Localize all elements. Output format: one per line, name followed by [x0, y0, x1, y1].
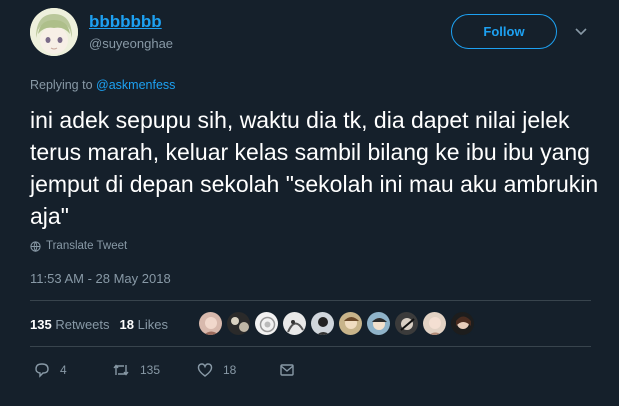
author-handle[interactable]: @suyeonghae	[89, 36, 173, 51]
reply-mention-link[interactable]: @askmenfess	[96, 78, 175, 92]
retweets-stat[interactable]: 135 Retweets	[30, 317, 110, 332]
liker-avatar[interactable]	[450, 311, 475, 336]
retweet-icon	[113, 364, 129, 376]
reply-icon	[35, 363, 49, 378]
retweets-label: Retweets	[55, 317, 110, 332]
tweet-stats: 135 Retweets 18 Likes	[30, 317, 168, 332]
author-avatar[interactable]	[30, 8, 78, 56]
liker-avatar[interactable]	[310, 311, 335, 336]
retweet-action[interactable]: 135	[112, 362, 197, 378]
direct-message-action[interactable]	[279, 362, 295, 378]
follow-button[interactable]: Follow	[451, 14, 557, 49]
retweets-count: 135	[30, 317, 52, 332]
liker-avatar[interactable]	[394, 311, 419, 336]
liker-avatar[interactable]	[254, 311, 279, 336]
translate-tweet-link[interactable]: Translate Tweet	[30, 240, 127, 252]
tweet-text: ini adek sepupu sih, waktu dia tk, dia d…	[30, 107, 599, 229]
divider	[30, 300, 591, 301]
reply-action[interactable]: 4	[34, 362, 112, 378]
liker-avatar[interactable]	[226, 311, 251, 336]
liker-avatar[interactable]	[282, 311, 307, 336]
like-count: 18	[223, 363, 237, 377]
tweet-timestamp[interactable]: 11:53 AM - 28 May 2018	[30, 271, 171, 286]
author-display-name[interactable]: bbbbbbb	[89, 12, 162, 32]
heart-icon	[197, 363, 213, 377]
envelope-icon	[280, 364, 294, 376]
likes-label: Likes	[137, 317, 168, 332]
retweet-count: 135	[140, 363, 161, 377]
replying-to: Replying to @askmenfess	[30, 78, 175, 92]
liker-avatar[interactable]	[198, 311, 223, 336]
reply-count: 4	[60, 363, 67, 377]
liker-avatar[interactable]	[422, 311, 447, 336]
chevron-down-icon[interactable]	[574, 24, 588, 38]
liker-avatar[interactable]	[338, 311, 363, 336]
liker-avatars	[198, 311, 475, 336]
likes-count: 18	[119, 317, 134, 332]
globe-icon	[30, 240, 41, 252]
replying-to-label: Replying to	[30, 78, 93, 92]
divider	[30, 346, 591, 347]
like-action[interactable]: 18	[197, 362, 279, 378]
likes-stat[interactable]: 18 Likes	[120, 317, 168, 332]
liker-avatar[interactable]	[366, 311, 391, 336]
translate-label[interactable]: Translate Tweet	[46, 240, 127, 252]
tweet-actions: 4 135 18	[34, 362, 295, 378]
